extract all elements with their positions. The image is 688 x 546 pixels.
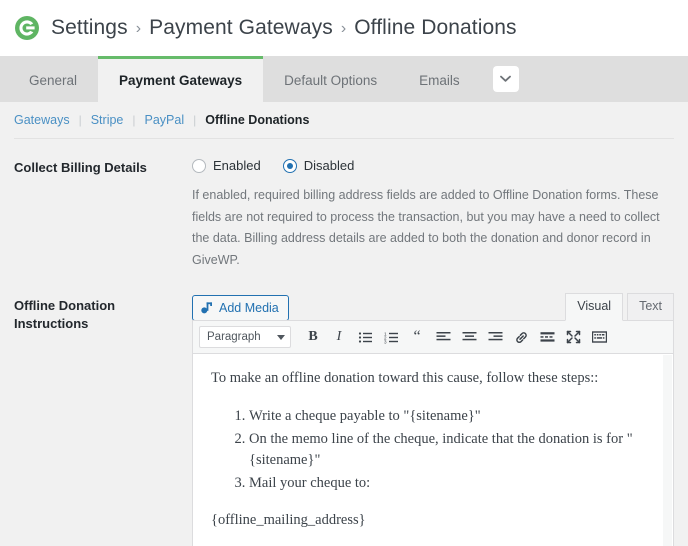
givewp-logo-icon bbox=[14, 15, 40, 41]
add-media-icon bbox=[200, 301, 214, 315]
page-header: Settings › Payment Gateways › Offline Do… bbox=[0, 0, 688, 56]
bold-icon[interactable]: B bbox=[301, 326, 325, 348]
align-right-icon[interactable] bbox=[483, 326, 507, 348]
editor-step-item: On the memo line of the cheque, indicate… bbox=[249, 429, 655, 471]
gateway-subnav: Gateways | Stripe | PayPal | Offline Don… bbox=[0, 102, 688, 127]
bulleted-list-icon[interactable] bbox=[353, 326, 377, 348]
editor-container: Paragraph B I 1 2 3 “ To make an offline… bbox=[192, 320, 674, 546]
tab-emails[interactable]: Emails bbox=[398, 56, 481, 102]
editor-paragraph-intro: To make an offline donation toward this … bbox=[211, 370, 599, 386]
tab-general[interactable]: General bbox=[8, 56, 98, 102]
offline-instructions-row: Offline Donation Instructions Add Media bbox=[0, 271, 688, 546]
offline-instructions-label: Offline Donation Instructions bbox=[14, 298, 116, 332]
editor-step-item: Write a cheque payable to "{sitename}" bbox=[249, 406, 655, 427]
tab-default-options[interactable]: Default Options bbox=[263, 56, 398, 102]
breadcrumb: Settings › Payment Gateways › Offline Do… bbox=[51, 16, 517, 40]
radio-icon-enabled bbox=[192, 158, 206, 173]
breadcrumb-separator-icon: › bbox=[340, 20, 347, 37]
collect-billing-details-label: Collect Billing Details bbox=[14, 160, 147, 175]
radio-option-disabled[interactable]: Disabled bbox=[282, 158, 355, 173]
subnav-item-offline-donations[interactable]: Offline Donations bbox=[205, 113, 309, 127]
svg-text:3: 3 bbox=[384, 339, 387, 343]
editor-content-area[interactable]: To make an offline donation toward this … bbox=[193, 354, 673, 546]
add-media-label: Add Media bbox=[219, 301, 279, 315]
collect-billing-details-help: If enabled, required billing address fie… bbox=[192, 188, 660, 267]
wp-editor: Add Media Visual Text Paragraph B I 1 2 … bbox=[192, 293, 674, 546]
radio-option-enabled[interactable]: Enabled bbox=[192, 158, 261, 173]
subnav-separator: | bbox=[78, 113, 82, 127]
insert-link-icon[interactable] bbox=[509, 326, 533, 348]
collect-billing-details-radio-group: Enabled Disabled bbox=[192, 157, 674, 173]
settings-tab-bar: General Payment Gateways Default Options… bbox=[0, 56, 688, 102]
editor-scrollbar[interactable] bbox=[663, 355, 672, 546]
subnav-separator: | bbox=[132, 113, 136, 127]
fullscreen-icon[interactable] bbox=[561, 326, 585, 348]
editor-tab-visual[interactable]: Visual bbox=[565, 293, 624, 321]
tab-overflow-button[interactable] bbox=[492, 66, 519, 92]
collect-billing-details-row: Collect Billing Details Enabled Disabled… bbox=[0, 139, 688, 271]
breadcrumb-item-offline-donations: Offline Donations bbox=[354, 16, 517, 39]
subnav-item-paypal[interactable]: PayPal bbox=[145, 113, 185, 127]
radio-label-enabled: Enabled bbox=[213, 158, 261, 173]
editor-header: Add Media Visual Text bbox=[192, 293, 674, 321]
align-left-icon[interactable] bbox=[431, 326, 455, 348]
caret-down-icon bbox=[277, 333, 285, 342]
tab-payment-gateways[interactable]: Payment Gateways bbox=[98, 56, 264, 102]
editor-paragraph-address-token: {offline_mailing_address} bbox=[211, 511, 366, 528]
radio-label-disabled: Disabled bbox=[303, 158, 355, 173]
add-media-button[interactable]: Add Media bbox=[192, 295, 289, 321]
blockquote-icon[interactable]: “ bbox=[405, 326, 429, 348]
align-center-icon[interactable] bbox=[457, 326, 481, 348]
toolbar-toggle-icon[interactable] bbox=[587, 326, 611, 348]
italic-icon[interactable]: I bbox=[327, 326, 351, 348]
editor-toolbar: Paragraph B I 1 2 3 “ bbox=[193, 321, 673, 354]
editor-step-item: Mail your cheque to: bbox=[249, 473, 655, 494]
settings-page: Settings › Payment Gateways › Offline Do… bbox=[0, 0, 688, 546]
format-select[interactable]: Paragraph bbox=[199, 326, 291, 348]
numbered-list-icon[interactable]: 1 2 3 bbox=[379, 326, 403, 348]
editor-steps-list: Write a cheque payable to "{sitename}" O… bbox=[211, 406, 655, 494]
subnav-item-gateways[interactable]: Gateways bbox=[14, 113, 70, 127]
subnav-item-stripe[interactable]: Stripe bbox=[91, 113, 124, 127]
breadcrumb-separator-icon: › bbox=[135, 20, 142, 37]
breadcrumb-item-payment-gateways[interactable]: Payment Gateways bbox=[149, 16, 333, 40]
subnav-separator: | bbox=[193, 113, 197, 127]
chevron-down-icon bbox=[500, 70, 512, 88]
editor-tab-text[interactable]: Text bbox=[627, 293, 674, 321]
format-select-value: Paragraph bbox=[207, 331, 261, 343]
editor-mode-tabs: Visual Text bbox=[565, 293, 674, 321]
radio-icon-disabled bbox=[282, 158, 297, 173]
breadcrumb-item-settings[interactable]: Settings bbox=[51, 16, 128, 40]
insert-read-more-icon[interactable] bbox=[535, 326, 559, 348]
